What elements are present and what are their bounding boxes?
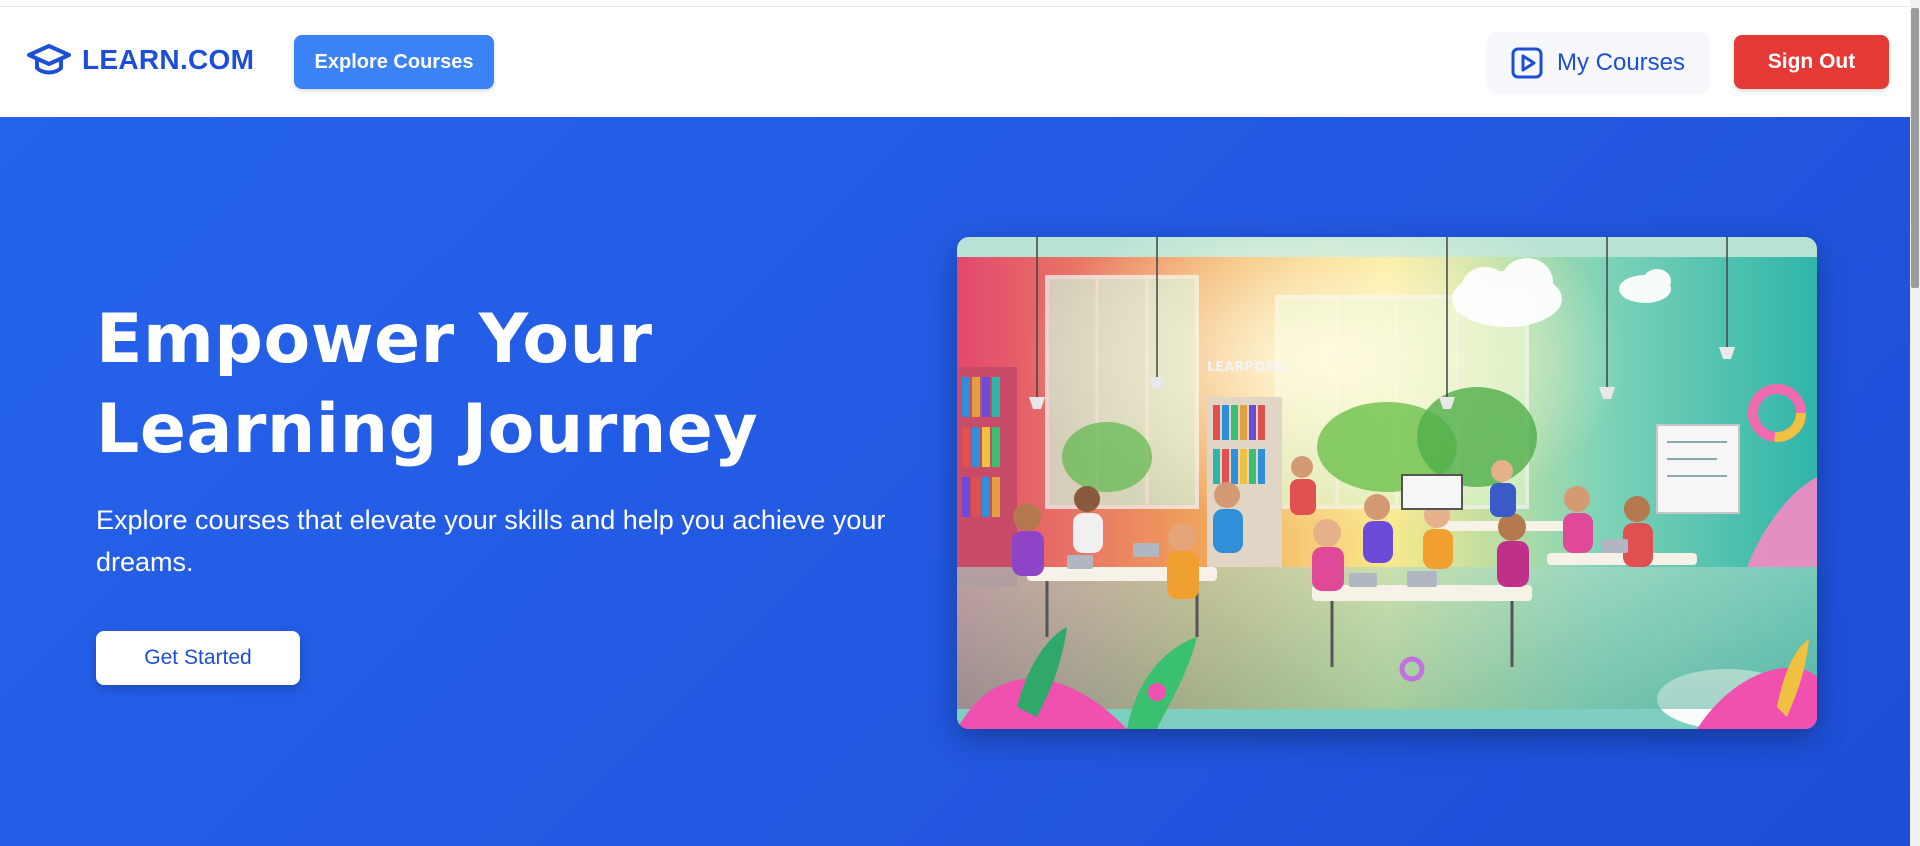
classroom-illustration: LEARPONG [957,237,1817,729]
brand-name: LEARN.COM [82,44,255,75]
my-courses-label: My Courses [1556,49,1686,76]
hero-title-line-1: Empower Your [96,300,653,379]
get-started-button[interactable]: Get Started [96,631,300,685]
page-scrollbar[interactable] [1910,0,1920,846]
window-top-border [0,0,1910,7]
hero-title: Empower Your Learning Journey [96,295,856,475]
navbar: LEARN.COM Explore Courses My Courses Sig… [0,7,1910,117]
my-courses-button[interactable]: My Courses [1486,32,1710,94]
hero-title-line-2: Learning Journey [96,390,759,469]
hero-illustration: LEARPONG [957,237,1817,729]
scrollbar-thumb[interactable] [1911,8,1919,288]
hero-subtitle: Explore courses that elevate your skills… [96,505,886,577]
sign-out-button[interactable]: Sign Out [1734,35,1889,89]
brand-logo[interactable]: LEARN.COM [26,43,254,77]
explore-courses-button[interactable]: Explore Courses [294,35,494,89]
hero-section: Empower Your Learning Journey Explore co… [0,117,1910,846]
play-square-icon [1511,47,1543,79]
graduation-cap-icon [27,44,71,75]
illustration-sign: LEARPONG [1207,360,1286,375]
